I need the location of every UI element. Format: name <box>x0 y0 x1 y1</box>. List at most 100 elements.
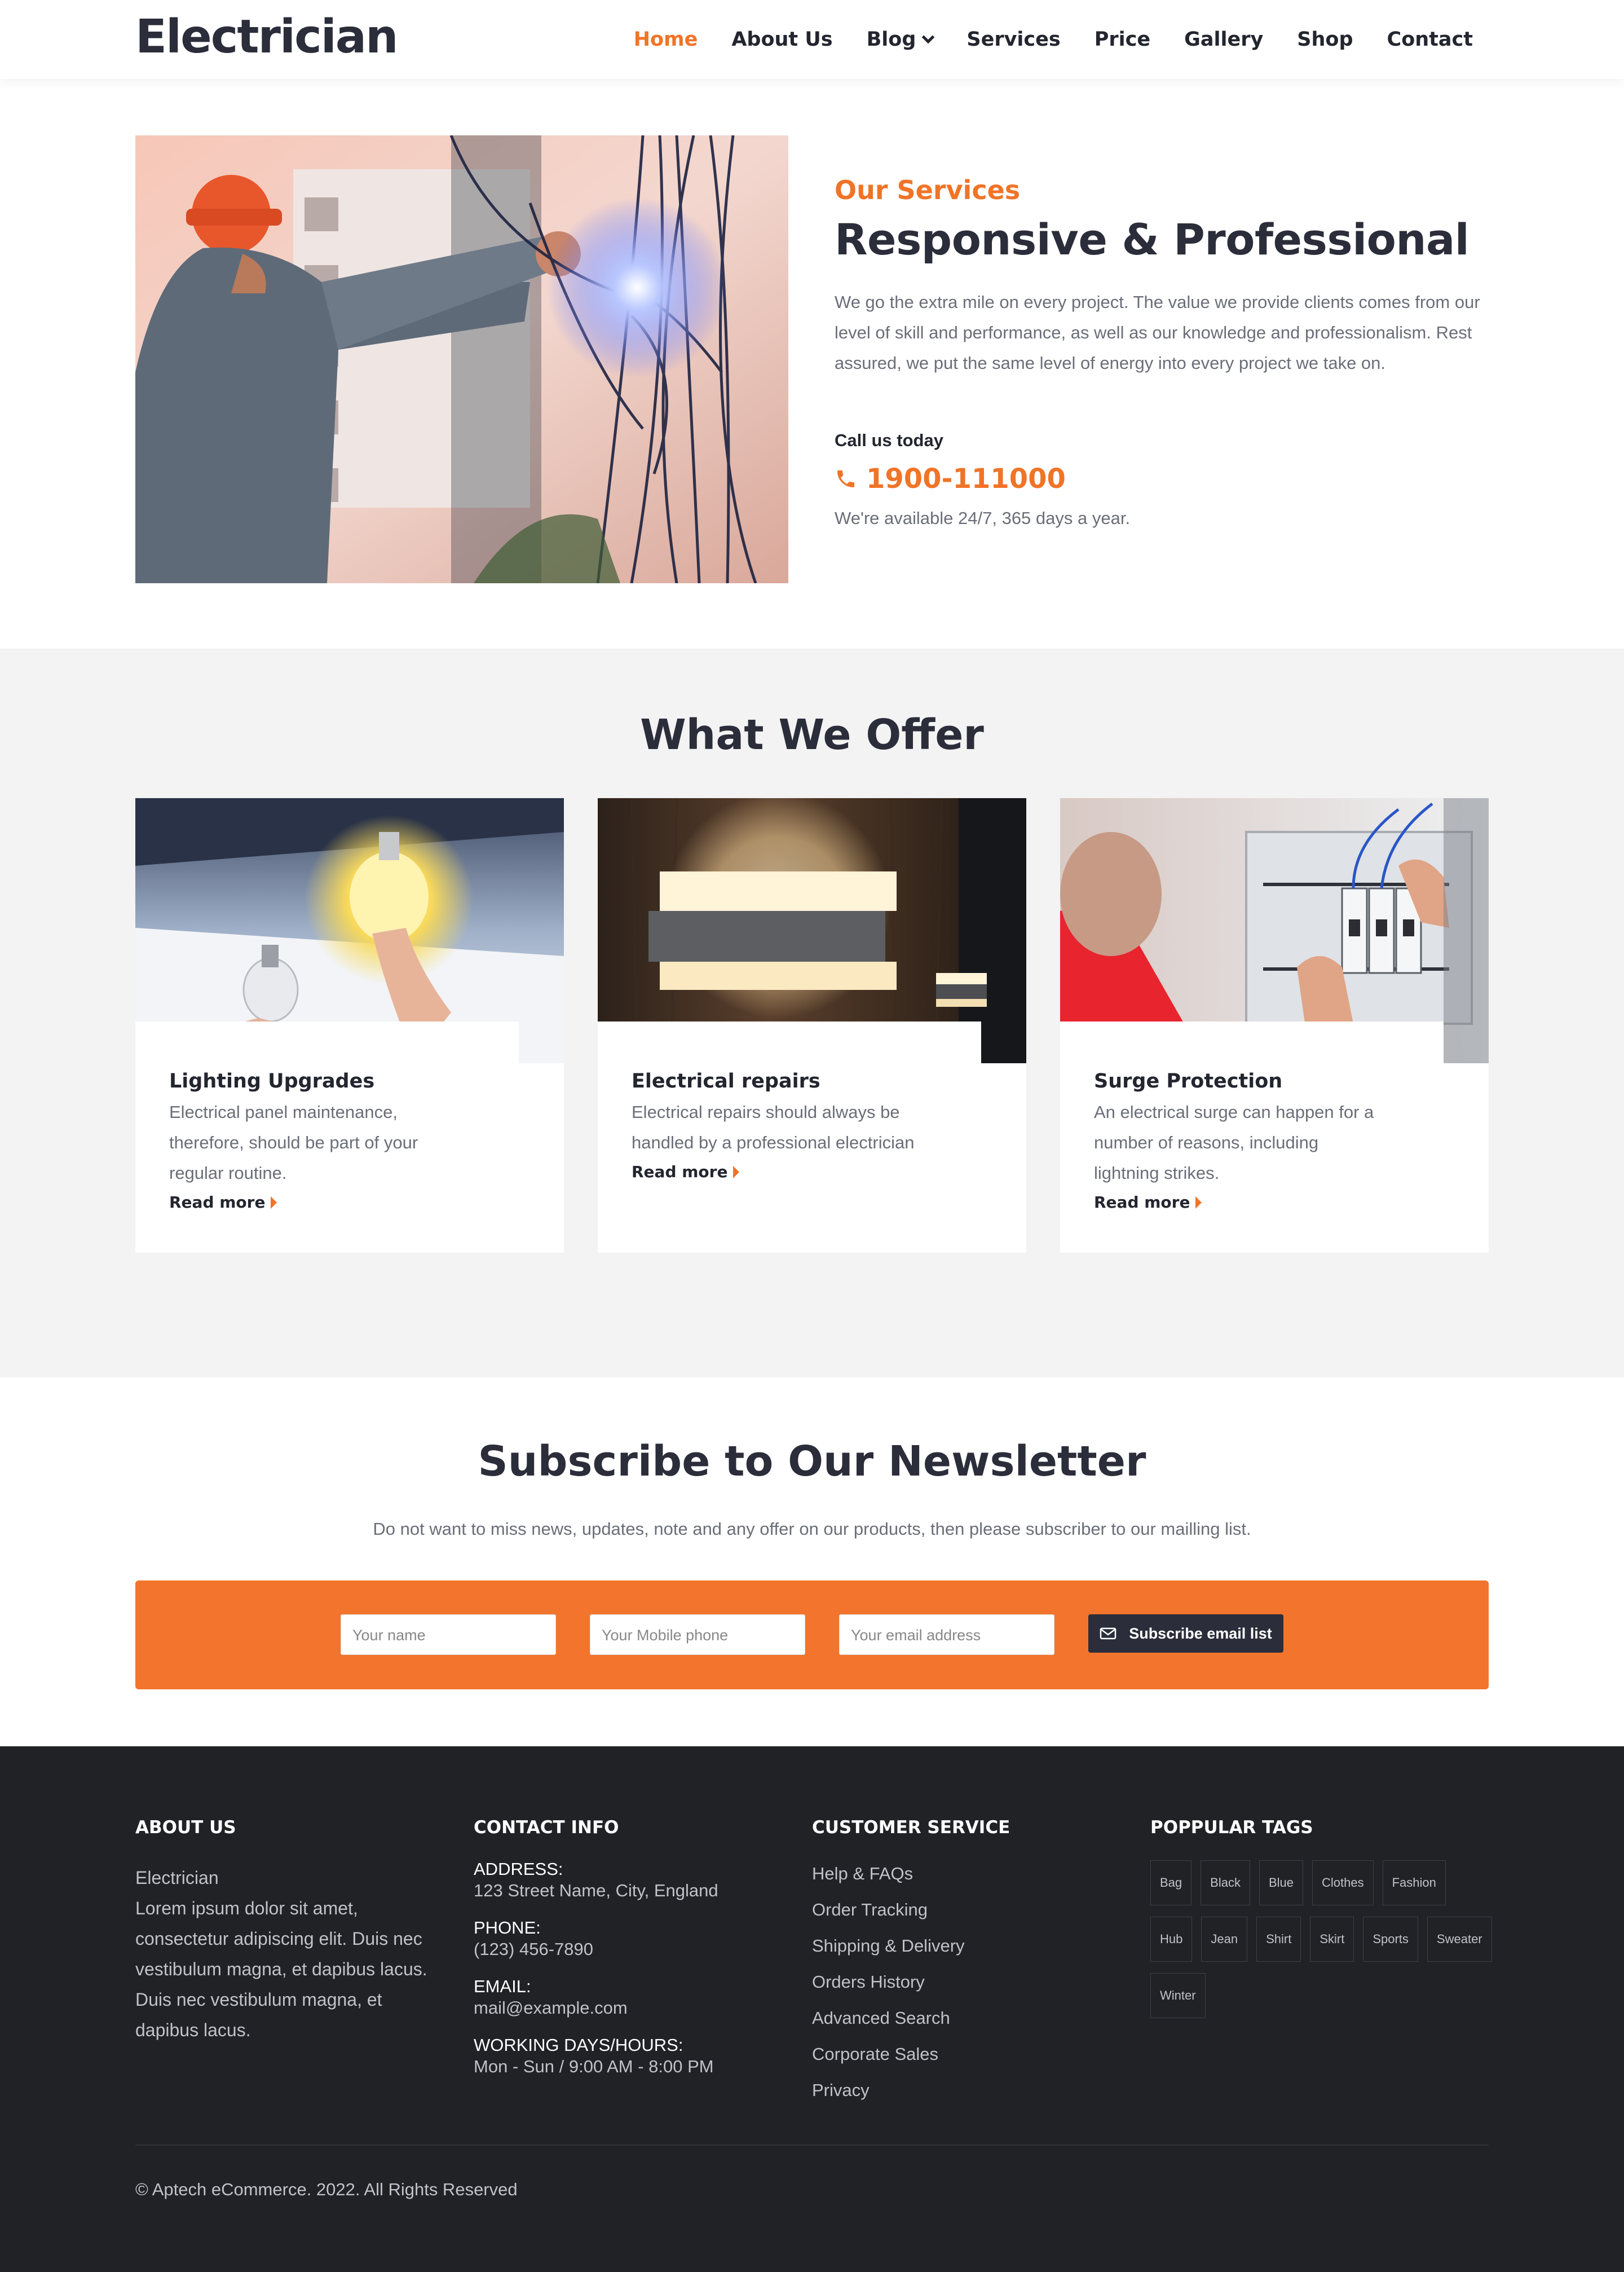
tag-fashion[interactable]: Fashion <box>1382 1860 1446 1905</box>
footer-tags: POPPULAR TAGS Bag Black Blue Clothes Fas… <box>1150 1817 1494 2018</box>
service-card: Electrical repairs Electrical repairs sh… <box>598 798 1026 1253</box>
hero-description: We go the extra mile on every project. T… <box>835 292 1480 373</box>
nav-blog-label: Blog <box>866 28 916 51</box>
tag-blue[interactable]: Blue <box>1259 1860 1303 1905</box>
read-more-label: Read more <box>632 1163 728 1181</box>
tag-hub[interactable]: Hub <box>1150 1917 1193 1962</box>
card-description: Electrical panel maintenance, therefore,… <box>169 1102 418 1183</box>
site-logo[interactable]: Electrician <box>135 10 399 64</box>
card-description: An electrical surge can happen for a num… <box>1094 1102 1374 1183</box>
footer-link-help[interactable]: Help & FAQs <box>812 1856 1010 1892</box>
footer-link-privacy[interactable]: Privacy <box>812 2072 1010 2108</box>
footer-about-text: Lorem ipsum dolor sit amet, consectetur … <box>135 1898 427 2040</box>
call-label: Call us today <box>835 430 943 450</box>
footer-about: ABOUT US Electrician Lorem ipsum dolor s… <box>135 1817 440 2045</box>
footer-link-corporate-sales[interactable]: Corporate Sales <box>812 2036 1010 2072</box>
address-value: 123 Street Name, City, England <box>474 1881 718 1900</box>
email-input[interactable]: Your email address <box>839 1614 1054 1655</box>
tag-sweater[interactable]: Sweater <box>1427 1917 1492 1962</box>
copyright-text: © Aptech eCommerce. 2022. All Rights Res… <box>135 2179 518 2199</box>
card-body: Lighting Upgrades Electrical panel maint… <box>135 1021 519 1253</box>
nav-contact-label: Contact <box>1387 28 1473 51</box>
email-label: EMAIL: <box>474 1976 531 1996</box>
nav-gallery-label: Gallery <box>1184 28 1264 51</box>
footer-service-heading: CUSTOMER SERVICE <box>812 1817 1010 1838</box>
card-description: Electrical repairs should always be hand… <box>632 1102 915 1152</box>
footer-link-advanced-search[interactable]: Advanced Search <box>812 2000 1010 2036</box>
footer-link-orders-history[interactable]: Orders History <box>812 1964 1010 2000</box>
newsletter-title: Subscribe to Our Newsletter <box>478 1437 1146 1486</box>
nav-services[interactable]: Services <box>967 28 1060 51</box>
service-card: Surge Protection An electrical surge can… <box>1060 798 1489 1253</box>
read-more-label: Read more <box>169 1193 266 1212</box>
nav-about-us[interactable]: About Us <box>731 28 832 51</box>
main-nav: Home About Us Blog Services Price Galler… <box>634 0 1473 79</box>
nav-price[interactable]: Price <box>1095 28 1150 51</box>
mobile-phone-input[interactable]: Your Mobile phone <box>590 1614 805 1655</box>
nav-price-label: Price <box>1094 28 1151 51</box>
tag-sports[interactable]: Sports <box>1363 1917 1418 1962</box>
read-more-label: Read more <box>1094 1193 1190 1212</box>
footer-link-order-tracking[interactable]: Order Tracking <box>812 1892 1010 1928</box>
tag-bag[interactable]: Bag <box>1150 1860 1192 1905</box>
address-label: ADDRESS: <box>474 1859 563 1879</box>
site-header: Electrician Home About Us Blog Services … <box>0 0 1624 79</box>
subscribe-button-label: Subscribe email list <box>1129 1624 1272 1642</box>
tag-clothes[interactable]: Clothes <box>1312 1860 1374 1905</box>
email-value[interactable]: mail@example.com <box>474 1998 718 2018</box>
newsletter-form: Your name Your Mobile phone Your email a… <box>135 1580 1489 1689</box>
footer-contact: CONTACT INFO ADDRESS: 123 Street Name, C… <box>474 1817 718 2077</box>
subscribe-button[interactable]: Subscribe email list <box>1088 1614 1283 1653</box>
footer-contact-heading: CONTACT INFO <box>474 1817 619 1838</box>
hero-eyebrow: Our Services <box>835 175 1021 205</box>
phone-row[interactable]: 1900-111000 <box>835 463 1489 495</box>
hero-title: Responsive & Professional <box>835 214 1469 265</box>
service-card: Lighting Upgrades Electrical panel maint… <box>135 798 564 1253</box>
footer-link-shipping[interactable]: Shipping & Delivery <box>812 1928 1010 1964</box>
tag-black[interactable]: Black <box>1201 1860 1250 1905</box>
card-body: Electrical repairs Electrical repairs sh… <box>598 1021 981 1253</box>
footer-customer-service: CUSTOMER SERVICE Help & FAQs Order Track… <box>812 1817 1010 2108</box>
phone-label: PHONE: <box>474 1918 541 1938</box>
newsletter-description: Do not want to miss news, updates, note … <box>373 1519 1251 1539</box>
tag-jean[interactable]: Jean <box>1201 1917 1248 1962</box>
card-title: Surge Protection <box>1094 1070 1283 1093</box>
tag-cloud: Bag Black Blue Clothes Fashion Hub Jean … <box>1150 1860 1494 2018</box>
caret-right-icon <box>271 1196 277 1209</box>
nav-gallery[interactable]: Gallery <box>1184 28 1263 51</box>
read-more-link[interactable]: Read more <box>632 1163 947 1181</box>
nav-shop[interactable]: Shop <box>1297 28 1353 51</box>
offer-section: What We Offer Lighting Upgrades Electric… <box>0 649 1624 1377</box>
nav-blog[interactable]: Blog <box>866 28 935 51</box>
hero-content: Our Services Responsive & Professional W… <box>835 175 1489 529</box>
nav-services-label: Services <box>967 28 1061 51</box>
card-title: Electrical repairs <box>632 1070 820 1093</box>
envelope-icon <box>1100 1627 1116 1640</box>
card-title: Lighting Upgrades <box>169 1070 375 1093</box>
site-footer: ABOUT US Electrician Lorem ipsum dolor s… <box>0 1746 1624 2272</box>
footer-divider <box>135 2145 1489 2146</box>
card-body: Surge Protection An electrical surge can… <box>1060 1021 1444 1253</box>
read-more-link[interactable]: Read more <box>169 1193 485 1212</box>
phone-value[interactable]: (123) 456-7890 <box>474 1939 718 1960</box>
hours-value: Mon - Sun / 9:00 AM - 8:00 PM <box>474 2057 714 2076</box>
hours-label: WORKING DAYS/HOURS: <box>474 2035 683 2055</box>
tag-skirt[interactable]: Skirt <box>1310 1917 1354 1962</box>
tag-winter[interactable]: Winter <box>1150 1973 1206 2018</box>
caret-right-icon <box>1195 1196 1202 1209</box>
phone-number: 1900-111000 <box>866 463 1066 495</box>
phone-icon <box>837 470 854 487</box>
read-more-link[interactable]: Read more <box>1094 1193 1410 1212</box>
offer-title: What We Offer <box>640 711 984 759</box>
footer-service-links: Help & FAQs Order Tracking Shipping & De… <box>812 1856 1010 2108</box>
nav-home[interactable]: Home <box>634 28 698 51</box>
availability-text: We're available 24/7, 365 days a year. <box>835 508 1131 528</box>
tag-shirt[interactable]: Shirt <box>1256 1917 1301 1962</box>
chevron-down-icon <box>922 30 935 44</box>
electrician-photo-icon <box>135 135 788 583</box>
footer-tags-heading: POPPULAR TAGS <box>1150 1817 1313 1838</box>
nav-contact[interactable]: Contact <box>1387 28 1473 51</box>
nav-about-us-label: About Us <box>731 28 833 51</box>
name-input[interactable]: Your name <box>341 1614 556 1655</box>
nav-shop-label: Shop <box>1297 28 1353 51</box>
